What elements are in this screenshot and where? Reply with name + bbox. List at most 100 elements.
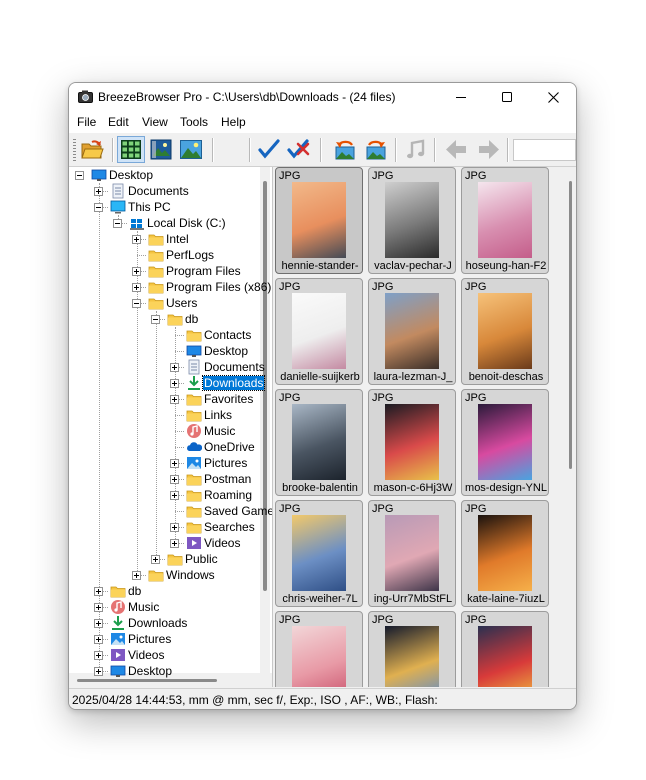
tree-expand-button[interactable]: [94, 619, 103, 628]
thumbnail-card[interactable]: JPG kate-laine-7iuzL: [461, 500, 549, 607]
folder-tree[interactable]: Desktop Documents This PC Local Disk (C:) In…: [69, 167, 273, 687]
tree-expand-button[interactable]: [132, 571, 141, 580]
tree-collapse-button[interactable]: [151, 315, 160, 324]
tree-expand-button[interactable]: [94, 635, 103, 644]
thumbnail-view-button[interactable]: [117, 136, 145, 163]
close-button[interactable]: [530, 83, 576, 111]
thumbnail-card[interactable]: JPG hennie-stander-: [275, 167, 363, 274]
image-view-icon: [180, 140, 202, 159]
image-view-button[interactable]: [177, 136, 205, 163]
thumbnail-image: [292, 515, 346, 591]
tree-expand-button[interactable]: [132, 235, 141, 244]
tree-expand-button[interactable]: [170, 459, 179, 468]
thumbnail-detail-view-button[interactable]: [147, 136, 175, 163]
menu-file[interactable]: File: [77, 115, 96, 129]
untag-button[interactable]: [285, 136, 313, 163]
thumbnail-filename: hennie-stander-: [281, 260, 359, 272]
tree-expand-button[interactable]: [94, 187, 103, 196]
menu-edit[interactable]: Edit: [108, 115, 129, 129]
title-bar[interactable]: BreezeBrowser Pro - C:\Users\db\Download…: [69, 83, 576, 111]
rotate-left-button[interactable]: [331, 136, 359, 163]
tree-expand-button[interactable]: [151, 555, 160, 564]
forward-button[interactable]: [475, 136, 503, 163]
tree-expand-button[interactable]: [94, 587, 103, 596]
file-type-label: JPG: [279, 614, 301, 626]
thumbnail-card[interactable]: JPG brooke-balentin: [275, 389, 363, 496]
folder-icon: [186, 471, 202, 487]
thumbnail-card[interactable]: JPG laura-lezman-J_: [368, 278, 456, 385]
toolbar-grip[interactable]: [73, 139, 76, 161]
tree-hscroll-thumb[interactable]: [77, 679, 217, 682]
back-button[interactable]: [442, 136, 470, 163]
tree-expand-button[interactable]: [94, 603, 103, 612]
thumbnail-card[interactable]: JPG ing-Urr7MbStFL: [368, 500, 456, 607]
menu-help[interactable]: Help: [221, 115, 246, 129]
thumbnail-filename: ing-Urr7MbStFL: [373, 593, 453, 605]
toolbar-separator: [112, 138, 114, 162]
file-type-label: JPG: [372, 614, 394, 626]
tree-item-label: Intel: [166, 232, 189, 246]
thumbnail-card[interactable]: JPG: [275, 611, 363, 687]
tree-expand-button[interactable]: [170, 379, 179, 388]
tree-item-label: Pictures: [128, 632, 172, 646]
folder-icon: [186, 487, 202, 503]
open-folder-button[interactable]: [78, 136, 106, 163]
toolbar-filter-field[interactable]: [513, 139, 576, 161]
tree-item-label: Documents: [204, 360, 265, 374]
folder-icon: [110, 583, 126, 599]
tree-expand-button[interactable]: [132, 267, 141, 276]
downloads-icon: [110, 615, 126, 631]
thumbnail-card[interactable]: JPG chris-weiher-7L: [275, 500, 363, 607]
tree-item-label: Searches: [204, 520, 255, 534]
videos-icon: [186, 535, 202, 551]
tree-collapse-button[interactable]: [113, 219, 122, 228]
rotate-right-button[interactable]: [362, 136, 390, 163]
tree-item-label: Program Files: [166, 264, 241, 278]
tree-vertical-scrollbar[interactable]: [260, 167, 270, 673]
tree-expand-button[interactable]: [94, 651, 103, 660]
tree-collapse-button[interactable]: [75, 171, 84, 180]
thumbnail-image: [385, 515, 439, 591]
tree-expand-button[interactable]: [132, 283, 141, 292]
tree-expand-button[interactable]: [170, 395, 179, 404]
toolbar-separator: [212, 138, 214, 162]
tree-expand-button[interactable]: [170, 523, 179, 532]
tree-expand-button[interactable]: [170, 539, 179, 548]
thumbnail-card[interactable]: JPG hoseung-han-F2: [461, 167, 549, 274]
window-title: BreezeBrowser Pro - C:\Users\db\Download…: [98, 90, 396, 104]
thumbnail-vertical-scrollbar[interactable]: [565, 167, 576, 687]
tree-item-label: Postman: [204, 472, 252, 486]
thumbnail-image: [385, 626, 439, 687]
minimize-button[interactable]: [438, 83, 484, 111]
tree-collapse-button[interactable]: [94, 203, 103, 212]
tree-item-label: db: [128, 584, 142, 598]
folder-icon: [186, 407, 202, 423]
menu-view[interactable]: View: [142, 115, 168, 129]
onedrive-icon: [186, 439, 203, 455]
tree-expand-button[interactable]: [94, 667, 103, 676]
tree-expand-button[interactable]: [170, 491, 179, 500]
file-type-label: JPG: [465, 614, 487, 626]
thumbnail-scroll-thumb[interactable]: [569, 181, 572, 469]
thumbnail-card[interactable]: JPG mason-c-6Hj3W: [368, 389, 456, 496]
thumbnail-grid[interactable]: JPG hennie-stander- JPG vaclav-pechar-J JPG h…: [275, 167, 576, 687]
tree-item-label: Videos: [128, 648, 165, 662]
thumbnail-filename: mos-design-YNL: [465, 482, 547, 494]
maximize-button[interactable]: [484, 83, 530, 111]
tree-item-label: Downloads: [128, 616, 188, 630]
thumbnail-card[interactable]: JPG: [461, 611, 549, 687]
thumbnail-card[interactable]: JPG benoit-deschas: [461, 278, 549, 385]
folder-icon: [186, 503, 202, 519]
thumbnail-card[interactable]: JPG vaclav-pechar-J: [368, 167, 456, 274]
menu-tools[interactable]: Tools: [180, 115, 208, 129]
tree-collapse-button[interactable]: [132, 299, 141, 308]
tree-expand-button[interactable]: [170, 475, 179, 484]
thumbnail-card[interactable]: JPG mos-design-YNL: [461, 389, 549, 496]
toolbar-separator: [320, 138, 322, 162]
thumbnail-card[interactable]: JPG: [368, 611, 456, 687]
tree-expand-button[interactable]: [170, 363, 179, 372]
tag-button[interactable]: [255, 136, 283, 163]
thumbnail-card[interactable]: JPG danielle-suijkerb: [275, 278, 363, 385]
music-button[interactable]: [402, 136, 430, 163]
documents-icon: [110, 183, 126, 199]
